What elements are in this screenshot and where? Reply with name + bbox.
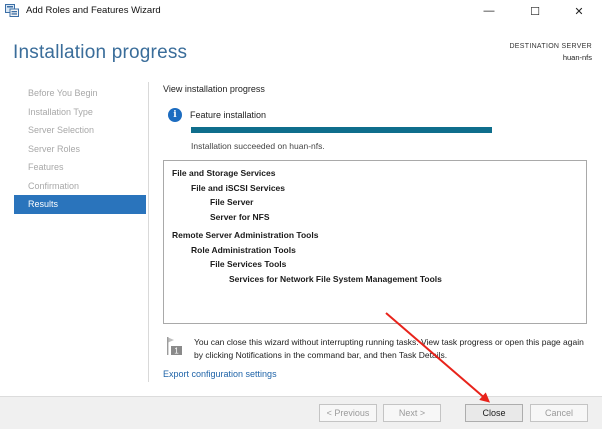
result-item: File Services Tools [210, 259, 287, 269]
success-message: Installation succeeded on huan-nfs. [191, 141, 325, 151]
destination-server-name: huan-nfs [562, 53, 592, 62]
maximize-icon: ☐ [530, 5, 540, 18]
result-item: Server for NFS [210, 211, 270, 222]
nav-divider [148, 82, 149, 382]
title-bar: Add Roles and Features Wizard — ☐ ✕ [0, 0, 602, 22]
nav-item-server-roles[interactable]: Server Roles [14, 140, 146, 159]
next-button[interactable]: Next > [383, 404, 441, 422]
nav-item-before-you-begin[interactable]: Before You Begin [14, 84, 146, 103]
result-item: File Server [210, 197, 254, 207]
nav-item-features[interactable]: Features [14, 158, 146, 177]
nav-item-confirmation[interactable]: Confirmation [14, 177, 146, 196]
result-item: Remote Server Administration Tools [172, 230, 319, 240]
notification-flag-icon: 1 [167, 337, 182, 356]
nav-item-installation-type[interactable]: Installation Type [14, 103, 146, 122]
result-item: Services for Network File System Managem… [229, 273, 442, 284]
notice-text: You can close this wizard without interr… [194, 337, 584, 360]
feature-installation-label: Feature installation [190, 110, 267, 120]
cancel-button[interactable]: Cancel [530, 404, 588, 422]
nav-item-results[interactable]: Results [14, 195, 146, 214]
minimize-icon: — [483, 5, 495, 17]
section-label: View installation progress [163, 84, 265, 94]
nav-item-server-selection[interactable]: Server Selection [14, 121, 146, 140]
window-title: Add Roles and Features Wizard [26, 5, 161, 16]
page-title: Installation progress [13, 42, 188, 63]
result-item: File and Storage Services [172, 168, 276, 178]
close-icon: ✕ [574, 5, 584, 18]
wizard-nav: Before You Begin Installation Type Serve… [14, 84, 146, 214]
result-item: Role Administration Tools [191, 244, 296, 255]
export-configuration-link[interactable]: Export configuration settings [163, 369, 277, 379]
server-manager-icon [5, 4, 19, 17]
progress-fill [191, 127, 492, 133]
results-list[interactable]: File and Storage Services File and iSCSI… [163, 160, 587, 324]
notice-badge: 1 [174, 347, 179, 356]
minimize-button[interactable]: — [466, 0, 512, 22]
maximize-button[interactable]: ☐ [512, 0, 558, 22]
installation-progress-bar [191, 127, 492, 133]
previous-button[interactable]: < Previous [319, 404, 377, 422]
info-icon: i [168, 108, 182, 122]
close-button[interactable]: Close [465, 404, 523, 422]
result-item: File and iSCSI Services [191, 182, 286, 193]
destination-server-label: DESTINATION SERVER [509, 43, 592, 50]
window-close-button[interactable]: ✕ [556, 0, 602, 22]
